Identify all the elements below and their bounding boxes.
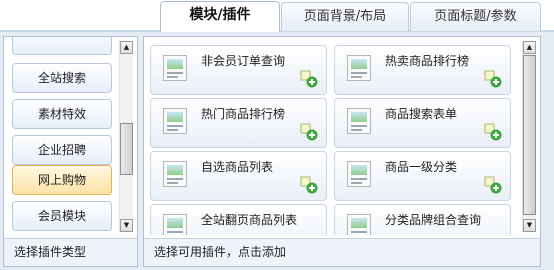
tab-page-title-params[interactable]: 页面标题/参数 <box>410 2 541 31</box>
category-footer-hint: 选择插件类型 <box>4 238 137 266</box>
image-thumbnail-icon <box>163 161 187 187</box>
plugin-card[interactable]: 商品一级分类 <box>334 151 511 201</box>
editor-frame: 全站搜索 素材特效 企业招聘 网上购物 会员模块 ▲ ▼ 选择插件类型 非会员订… <box>0 32 554 270</box>
plugin-list-scroll-thumb[interactable] <box>523 55 536 215</box>
plugin-card[interactable]: 热门商品排行榜 <box>150 98 327 148</box>
plugin-card-label: 全站翻页商品列表 <box>201 213 298 227</box>
plugin-card[interactable]: 全站翻页商品列表 <box>150 204 327 235</box>
plugin-list-panel: 非会员订单查询 热卖商品排行榜 热门商品排行榜 商品搜索表单 自选商品列表 商品… <box>143 36 541 267</box>
plugin-card-label: 分类品牌组合查询 <box>385 213 482 227</box>
plugin-footer-hint: 选择可用插件，点击添加 <box>144 238 540 266</box>
plugin-card[interactable]: 非会员订单查询 <box>150 45 327 95</box>
add-plus-icon[interactable] <box>300 123 318 141</box>
arrow-up-icon[interactable]: ▲ <box>120 41 133 54</box>
category-item-online-shopping[interactable]: 网上购物 <box>12 165 112 195</box>
add-plus-icon[interactable] <box>484 123 502 141</box>
tab-bar: 模块/插件 页面背景/布局 页面标题/参数 <box>0 0 554 32</box>
plugin-card[interactable]: 自选商品列表 <box>150 151 327 201</box>
plugin-card-label: 热卖商品排行榜 <box>385 54 470 68</box>
image-thumbnail-icon <box>163 214 187 235</box>
plugin-card-label: 热门商品排行榜 <box>201 107 286 121</box>
image-thumbnail-icon <box>347 108 371 134</box>
plugin-category-list: 全站搜索 素材特效 企业招聘 网上购物 会员模块 <box>12 37 116 232</box>
arrow-up-icon[interactable]: ▲ <box>523 41 536 54</box>
arrow-down-icon[interactable]: ▼ <box>120 219 133 232</box>
plugin-card-grid: 非会员订单查询 热卖商品排行榜 热门商品排行榜 商品搜索表单 自选商品列表 商品… <box>144 37 524 235</box>
image-thumbnail-icon <box>347 161 371 187</box>
add-plus-icon[interactable] <box>300 70 318 88</box>
image-thumbnail-icon <box>347 55 371 81</box>
add-plus-icon[interactable] <box>484 176 502 194</box>
plugin-card[interactable]: 分类品牌组合查询 <box>334 204 511 235</box>
category-item-member[interactable]: 会员模块 <box>12 201 112 231</box>
tab-page-background-layout[interactable]: 页面背景/布局 <box>281 2 409 31</box>
category-scrollbar[interactable]: ▲ ▼ <box>119 41 133 232</box>
plugin-category-panel: 全站搜索 素材特效 企业招聘 网上购物 会员模块 ▲ ▼ 选择插件类型 <box>3 36 138 267</box>
plugin-list-scrollbar[interactable]: ▲ ▼ <box>522 41 536 232</box>
tab-modules-plugins[interactable]: 模块/插件 <box>160 1 280 32</box>
add-plus-icon[interactable] <box>300 176 318 194</box>
arrow-down-icon[interactable]: ▼ <box>523 219 536 232</box>
plugin-card[interactable]: 热卖商品排行榜 <box>334 45 511 95</box>
plugin-card-label: 自选商品列表 <box>201 160 274 174</box>
category-item-recruitment[interactable]: 企业招聘 <box>12 135 112 165</box>
plugin-card-label: 商品一级分类 <box>385 160 458 174</box>
category-scroll-thumb[interactable] <box>120 123 133 175</box>
plugin-card-label: 非会员订单查询 <box>201 54 286 68</box>
category-item-site-search[interactable]: 全站搜索 <box>12 63 112 93</box>
image-thumbnail-icon <box>347 214 371 235</box>
image-thumbnail-icon <box>163 108 187 134</box>
add-plus-icon[interactable] <box>484 70 502 88</box>
plugin-card-label: 商品搜索表单 <box>385 107 458 121</box>
category-item[interactable] <box>12 37 112 55</box>
category-item-effects[interactable]: 素材特效 <box>12 99 112 129</box>
plugin-card[interactable]: 商品搜索表单 <box>334 98 511 148</box>
image-thumbnail-icon <box>163 55 187 81</box>
